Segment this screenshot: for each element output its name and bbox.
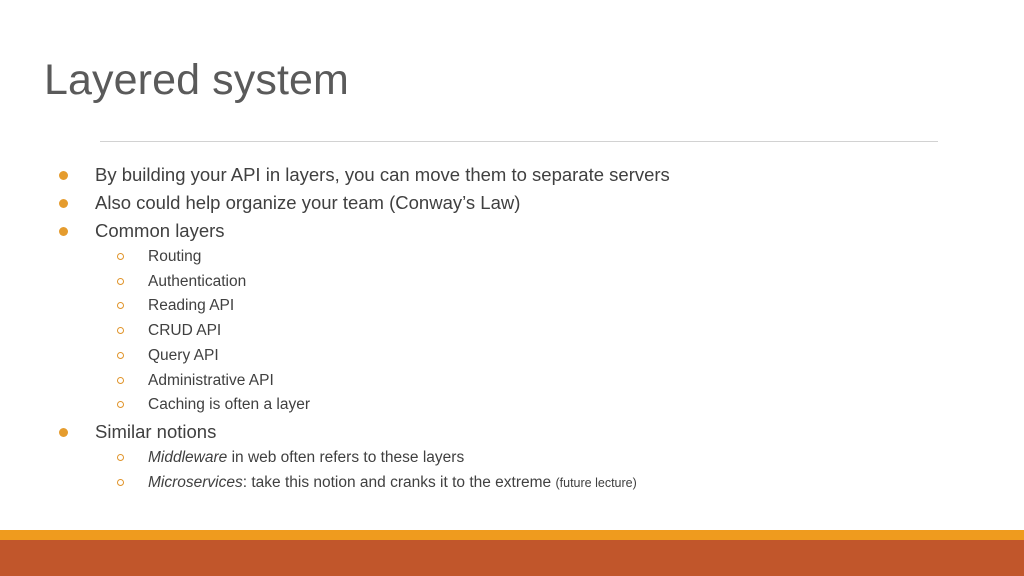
bullet-ring-icon [117,277,124,285]
list-item: Administrative API [0,369,1024,394]
list-item: Similar notions [0,418,1024,446]
slide-body: By building your API in layers, you can … [0,161,1024,495]
footer-band [0,540,1024,576]
page-title: Layered system [44,56,349,104]
list-item: CRUD API [0,319,1024,344]
list-item-note: (future lecture) [555,475,637,490]
list-item: Authentication [0,270,1024,295]
slide: Layered system By building your API in l… [0,0,1024,576]
bullet-ring-icon [117,453,124,461]
list-item: Query API [0,344,1024,369]
list-item: Also could help organize your team (Conw… [0,189,1024,217]
list-item-label: By building your API in layers, you can … [95,164,670,185]
list-item-label: Reading API [148,297,235,315]
list-item: Microservices: take this notion and cran… [0,471,1024,496]
list-item-label: in web often refers to these layers [227,448,465,466]
list-item-term: Middleware [148,448,228,466]
bullet-list-level2: Routing Authentication Reading API CRUD … [0,245,1024,418]
list-item: Routing [0,245,1024,270]
list-item-label: Administrative API [148,371,274,389]
list-item: Middleware in web often refers to these … [0,446,1024,471]
list-item-label: CRUD API [148,322,222,340]
bullet-dot-icon [59,427,68,437]
list-item: Common layers [0,217,1024,245]
list-item-term: Microservices [148,473,243,491]
bullet-ring-icon [117,351,124,359]
bullet-dot-icon [59,199,68,208]
bullet-ring-icon [117,327,124,335]
bullet-ring-icon [117,401,124,409]
list-item-label: Caching is often a layer [148,396,310,414]
footer-accent-strip [0,530,1024,540]
bullet-ring-icon [117,302,124,310]
list-item-label: Routing [148,248,202,265]
list-item: Caching is often a layer [0,393,1024,418]
list-item-label: Authentication [148,272,247,290]
list-item-label: Similar notions [95,420,217,442]
bullet-dot-icon [59,227,68,236]
bullet-ring-icon [117,253,124,260]
title-divider [100,141,938,142]
bullet-ring-icon [117,376,124,384]
list-item: Reading API [0,294,1024,319]
bullet-ring-icon [117,478,124,486]
list-item-label: Also could help organize your team (Conw… [95,192,521,213]
list-item-label: Query API [148,346,219,364]
list-item: By building your API in layers, you can … [0,161,1024,189]
bullet-list-level2: Middleware in web often refers to these … [0,446,1024,495]
list-item-label: : take this notion and cranks it to the … [242,473,556,491]
list-item-label: Common layers [95,220,225,241]
bullet-list-level1: By building your API in layers, you can … [0,161,1024,495]
bullet-dot-icon [59,171,68,180]
